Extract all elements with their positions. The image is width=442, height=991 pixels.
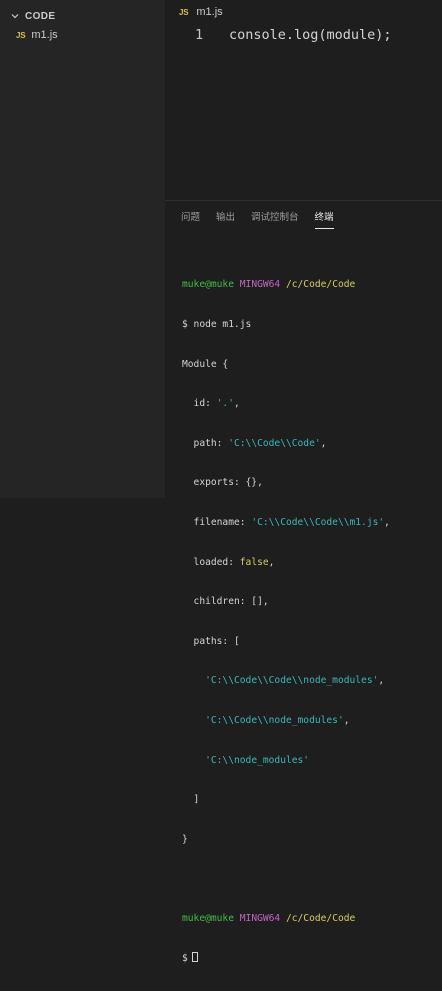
output-line: 'C:\\node_modules' [182,754,437,767]
js-file-icon: JS [16,30,26,40]
code-line[interactable]: 1 console.log(module); [165,25,442,45]
output-line: path: 'C:\\Code\\Code', [182,437,437,450]
output-punct: , [343,714,350,726]
output-line: Module { [182,358,229,370]
code-text[interactable]: console.log(module); [229,25,392,45]
file-item-m1-js[interactable]: JS m1.js [16,27,58,43]
output-line: loaded: false, [182,556,437,569]
output-key: filename: [182,516,252,528]
output-line: 'C:\\Code\\Code\\node_modules', [182,674,437,687]
output-punct: , [233,398,240,410]
output-line: paths: [ [182,635,240,647]
prompt-host: MINGW64 [239,912,281,924]
panel-tab-bar: 问题 输出 调试控制台 终端 [181,209,350,229]
output-line: filename: 'C:\\Code\\Code\\m1.js', [182,516,437,529]
tab-debug-console[interactable]: 调试控制台 [251,209,299,229]
output-line: exports: {}, [182,477,263,489]
line-number: 1 [195,27,204,43]
explorer-sidebar: CODE JS m1.js [0,0,165,498]
tab-terminal[interactable]: 终端 [314,209,334,229]
terminal-cursor [191,951,198,962]
output-line: } [182,833,188,845]
prompt-path: /c/Code/Code [285,279,356,291]
terminal-command: $ node m1.js [182,319,252,330]
prompt-user: muke@muke [182,912,234,924]
explorer-section-header[interactable]: CODE [10,8,56,24]
explorer-section-title: CODE [25,10,56,22]
js-file-icon: JS [179,7,189,17]
terminal-output[interactable]: muke@muke MINGW64 /c/Code/Code $ node m1… [182,252,437,991]
tab-problems[interactable]: 问题 [181,209,200,229]
output-line: 'C:\\Code\\node_modules', [182,714,437,727]
output-key: id: [182,398,217,410]
output-line: ] [182,794,200,806]
output-key: path: [182,437,229,449]
terminal-prompt-line: muke@muke MINGW64 /c/Code/Code [182,912,437,925]
output-string: 'C:\\Code\\Code\\node_modules' [205,675,379,687]
output-punct: , [384,516,390,528]
prompt-host: MINGW64 [239,279,281,291]
editor-tab-m1-js[interactable]: JS m1.js [165,0,223,24]
output-key: loaded: [182,556,240,568]
prompt-user: muke@muke [182,279,234,291]
chevron-down-icon [11,14,19,19]
output-string: '.' [216,398,234,410]
output-string: 'C:\\Code\\Code\\m1.js' [251,516,385,528]
file-name: m1.js [31,29,58,41]
output-line: children: [], [182,596,269,608]
terminal-prompt-line: muke@muke MINGW64 /c/Code/Code [182,278,437,291]
output-punct: , [268,556,275,568]
output-punct: , [320,437,327,449]
output-string: 'C:\\Code\\Code' [228,437,321,449]
prompt-path: /c/Code/Code [285,912,356,924]
tab-output[interactable]: 输出 [216,209,235,229]
output-line: id: '.', [182,397,437,410]
terminal-input-line[interactable]: $ [182,951,437,965]
prompt-symbol: $ [182,952,188,964]
output-string: 'C:\\node_modules' [205,754,310,766]
editor-area: JS m1.js 1 console.log(module); [165,0,442,200]
output-punct: , [378,675,385,687]
bottom-panel: 问题 输出 调试控制台 终端 muke@muke MINGW64 /c/Code… [165,200,442,964]
output-string: 'C:\\Code\\node_modules' [205,714,344,726]
output-keyword: false [239,556,269,568]
editor-tab-label: m1.js [196,6,223,18]
